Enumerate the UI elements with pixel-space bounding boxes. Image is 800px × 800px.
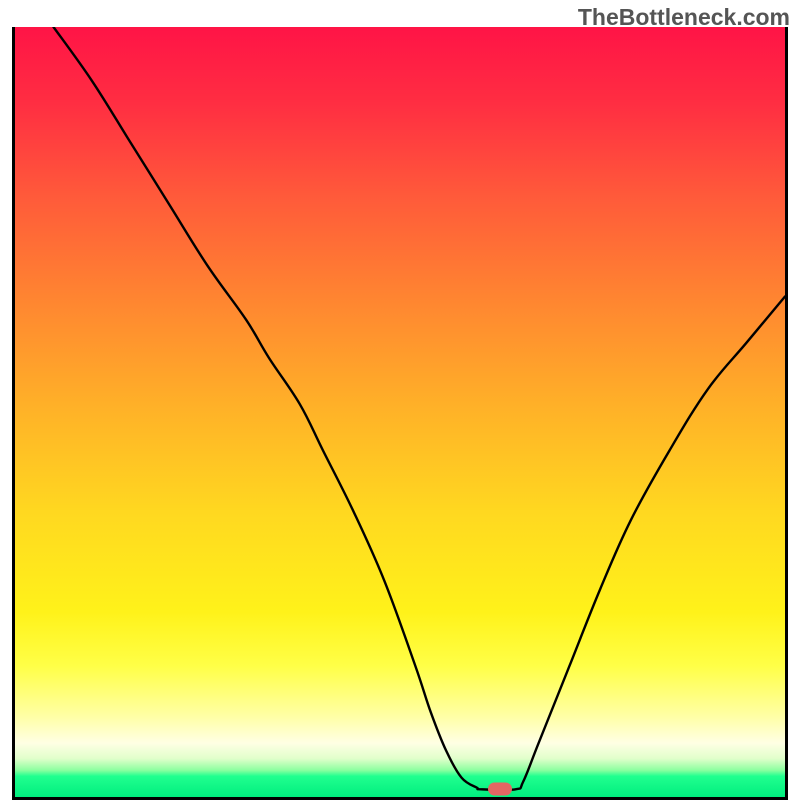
- bottleneck-curve: [15, 27, 785, 797]
- optimal-point-marker: [488, 783, 512, 796]
- chart-frame: [12, 27, 788, 800]
- watermark-text: TheBottleneck.com: [578, 4, 790, 31]
- plot-area: [15, 27, 785, 797]
